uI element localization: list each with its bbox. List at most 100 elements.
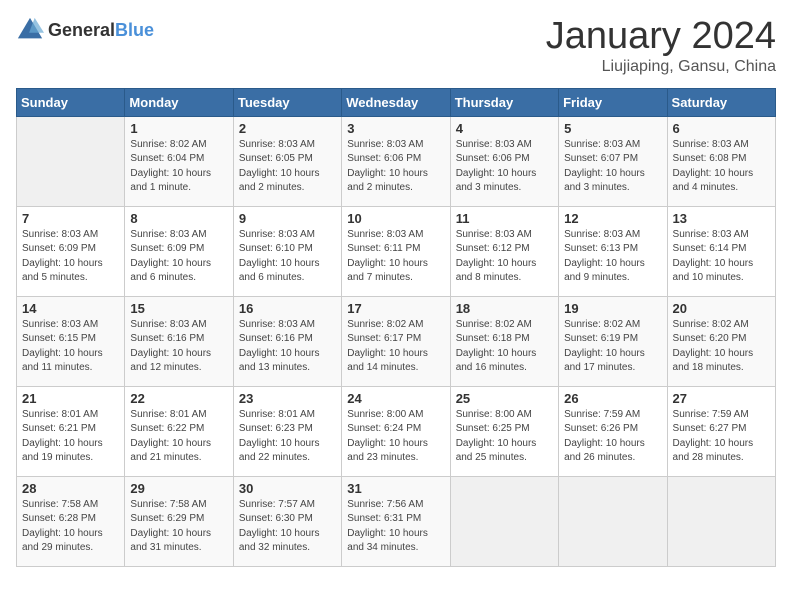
- day-number: 23: [239, 391, 336, 406]
- day-info: Sunrise: 8:03 AM Sunset: 6:08 PM Dayligh…: [673, 138, 770, 196]
- day-cell: [17, 116, 125, 206]
- logo-blue: Blue: [115, 20, 154, 40]
- day-number: 19: [564, 301, 661, 316]
- day-number: 3: [347, 121, 444, 136]
- week-row-3: 14 Sunrise: 8:03 AM Sunset: 6:15 PM Dayli…: [17, 296, 776, 386]
- day-cell: [559, 476, 667, 566]
- day-cell: 30 Sunrise: 7:57 AM Sunset: 6:30 PM Dayli…: [233, 476, 341, 566]
- day-number: 21: [22, 391, 119, 406]
- day-info: Sunrise: 8:03 AM Sunset: 6:05 PM Dayligh…: [239, 138, 336, 196]
- day-number: 18: [456, 301, 553, 316]
- day-cell: 26Sunrise: 7:59 AM Sunset: 6:26 PM Dayli…: [559, 386, 667, 476]
- logo: GeneralBlue: [16, 16, 154, 44]
- day-info: Sunrise: 7:58 AM Sunset: 6:28 PM Dayligh…: [22, 498, 119, 556]
- day-info: Sunrise: 8:02 AM Sunset: 6:19 PM Dayligh…: [564, 318, 661, 376]
- page-header: GeneralBlue January 2024 Liujiaping, Gan…: [16, 16, 776, 76]
- week-row-1: 1Sunrise: 8:02 AM Sunset: 6:04 PM Daylig…: [17, 116, 776, 206]
- day-info: Sunrise: 8:01 AM Sunset: 6:21 PM Dayligh…: [22, 408, 119, 466]
- header-cell-friday: Friday: [559, 88, 667, 116]
- day-cell: 12Sunrise: 8:03 AM Sunset: 6:13 PM Dayli…: [559, 206, 667, 296]
- header-cell-monday: Monday: [125, 88, 233, 116]
- day-info: Sunrise: 8:03 AM Sunset: 6:16 PM Dayligh…: [239, 318, 336, 376]
- header-cell-wednesday: Wednesday: [342, 88, 450, 116]
- day-cell: 15 Sunrise: 8:03 AM Sunset: 6:16 PM Dayli…: [125, 296, 233, 386]
- day-cell: 3 Sunrise: 8:03 AM Sunset: 6:06 PM Daylig…: [342, 116, 450, 206]
- day-info: Sunrise: 7:59 AM Sunset: 6:27 PM Dayligh…: [673, 408, 770, 466]
- day-cell: 27 Sunrise: 7:59 AM Sunset: 6:27 PM Dayli…: [667, 386, 775, 476]
- day-cell: 28 Sunrise: 7:58 AM Sunset: 6:28 PM Dayli…: [17, 476, 125, 566]
- day-cell: 25 Sunrise: 8:00 AM Sunset: 6:25 PM Dayli…: [450, 386, 558, 476]
- day-number: 20: [673, 301, 770, 316]
- day-info: Sunrise: 8:02 AM Sunset: 6:20 PM Dayligh…: [673, 318, 770, 376]
- month-year-title: January 2024: [546, 16, 776, 58]
- day-info: Sunrise: 8:03 AM Sunset: 6:13 PM Dayligh…: [564, 228, 661, 286]
- calendar-header: SundayMondayTuesdayWednesdayThursdayFrid…: [17, 88, 776, 116]
- header-cell-thursday: Thursday: [450, 88, 558, 116]
- day-info: Sunrise: 8:03 AM Sunset: 6:11 PM Dayligh…: [347, 228, 444, 286]
- day-number: 2: [239, 121, 336, 136]
- day-info: Sunrise: 8:02 AM Sunset: 6:04 PM Dayligh…: [130, 138, 227, 196]
- day-cell: 6Sunrise: 8:03 AM Sunset: 6:08 PM Daylig…: [667, 116, 775, 206]
- day-info: Sunrise: 8:03 AM Sunset: 6:09 PM Dayligh…: [22, 228, 119, 286]
- day-number: 27: [673, 391, 770, 406]
- day-info: Sunrise: 8:03 AM Sunset: 6:12 PM Dayligh…: [456, 228, 553, 286]
- day-number: 28: [22, 481, 119, 496]
- day-number: 5: [564, 121, 661, 136]
- day-info: Sunrise: 8:03 AM Sunset: 6:14 PM Dayligh…: [673, 228, 770, 286]
- week-row-2: 7 Sunrise: 8:03 AM Sunset: 6:09 PM Daylig…: [17, 206, 776, 296]
- day-info: Sunrise: 8:00 AM Sunset: 6:25 PM Dayligh…: [456, 408, 553, 466]
- day-info: Sunrise: 7:59 AM Sunset: 6:26 PM Dayligh…: [564, 408, 661, 466]
- day-cell: 29Sunrise: 7:58 AM Sunset: 6:29 PM Dayli…: [125, 476, 233, 566]
- day-info: Sunrise: 7:57 AM Sunset: 6:30 PM Dayligh…: [239, 498, 336, 556]
- day-number: 14: [22, 301, 119, 316]
- day-cell: 14 Sunrise: 8:03 AM Sunset: 6:15 PM Dayli…: [17, 296, 125, 386]
- day-cell: 1Sunrise: 8:02 AM Sunset: 6:04 PM Daylig…: [125, 116, 233, 206]
- day-number: 13: [673, 211, 770, 226]
- logo-general: General: [48, 20, 115, 40]
- day-cell: 5 Sunrise: 8:03 AM Sunset: 6:07 PM Daylig…: [559, 116, 667, 206]
- header-cell-tuesday: Tuesday: [233, 88, 341, 116]
- day-info: Sunrise: 8:01 AM Sunset: 6:23 PM Dayligh…: [239, 408, 336, 466]
- header-row: SundayMondayTuesdayWednesdayThursdayFrid…: [17, 88, 776, 116]
- calendar-body: 1Sunrise: 8:02 AM Sunset: 6:04 PM Daylig…: [17, 116, 776, 566]
- logo-text: GeneralBlue: [48, 20, 154, 41]
- day-info: Sunrise: 8:03 AM Sunset: 6:09 PM Dayligh…: [130, 228, 227, 286]
- day-info: Sunrise: 8:03 AM Sunset: 6:06 PM Dayligh…: [347, 138, 444, 196]
- day-cell: 24Sunrise: 8:00 AM Sunset: 6:24 PM Dayli…: [342, 386, 450, 476]
- header-cell-saturday: Saturday: [667, 88, 775, 116]
- day-number: 7: [22, 211, 119, 226]
- day-info: Sunrise: 7:56 AM Sunset: 6:31 PM Dayligh…: [347, 498, 444, 556]
- day-cell: [450, 476, 558, 566]
- day-number: 15: [130, 301, 227, 316]
- day-info: Sunrise: 8:03 AM Sunset: 6:16 PM Dayligh…: [130, 318, 227, 376]
- day-cell: 18Sunrise: 8:02 AM Sunset: 6:18 PM Dayli…: [450, 296, 558, 386]
- day-cell: 17Sunrise: 8:02 AM Sunset: 6:17 PM Dayli…: [342, 296, 450, 386]
- day-info: Sunrise: 8:03 AM Sunset: 6:15 PM Dayligh…: [22, 318, 119, 376]
- day-info: Sunrise: 8:01 AM Sunset: 6:22 PM Dayligh…: [130, 408, 227, 466]
- day-cell: 22 Sunrise: 8:01 AM Sunset: 6:22 PM Dayli…: [125, 386, 233, 476]
- day-number: 16: [239, 301, 336, 316]
- day-number: 11: [456, 211, 553, 226]
- day-number: 30: [239, 481, 336, 496]
- day-cell: 7 Sunrise: 8:03 AM Sunset: 6:09 PM Daylig…: [17, 206, 125, 296]
- logo-icon: [16, 16, 44, 44]
- day-cell: 31Sunrise: 7:56 AM Sunset: 6:31 PM Dayli…: [342, 476, 450, 566]
- location-subtitle: Liujiaping, Gansu, China: [546, 58, 776, 76]
- day-number: 22: [130, 391, 227, 406]
- day-number: 9: [239, 211, 336, 226]
- day-cell: 19 Sunrise: 8:02 AM Sunset: 6:19 PM Dayli…: [559, 296, 667, 386]
- day-cell: 23 Sunrise: 8:01 AM Sunset: 6:23 PM Dayli…: [233, 386, 341, 476]
- week-row-5: 28 Sunrise: 7:58 AM Sunset: 6:28 PM Dayli…: [17, 476, 776, 566]
- day-cell: 16 Sunrise: 8:03 AM Sunset: 6:16 PM Dayli…: [233, 296, 341, 386]
- day-cell: 11 Sunrise: 8:03 AM Sunset: 6:12 PM Dayli…: [450, 206, 558, 296]
- day-info: Sunrise: 8:03 AM Sunset: 6:07 PM Dayligh…: [564, 138, 661, 196]
- day-cell: 9Sunrise: 8:03 AM Sunset: 6:10 PM Daylig…: [233, 206, 341, 296]
- day-cell: 21 Sunrise: 8:01 AM Sunset: 6:21 PM Dayli…: [17, 386, 125, 476]
- day-number: 10: [347, 211, 444, 226]
- day-number: 17: [347, 301, 444, 316]
- title-block: January 2024 Liujiaping, Gansu, China: [546, 16, 776, 76]
- day-number: 25: [456, 391, 553, 406]
- day-cell: 8Sunrise: 8:03 AM Sunset: 6:09 PM Daylig…: [125, 206, 233, 296]
- header-cell-sunday: Sunday: [17, 88, 125, 116]
- day-info: Sunrise: 8:03 AM Sunset: 6:06 PM Dayligh…: [456, 138, 553, 196]
